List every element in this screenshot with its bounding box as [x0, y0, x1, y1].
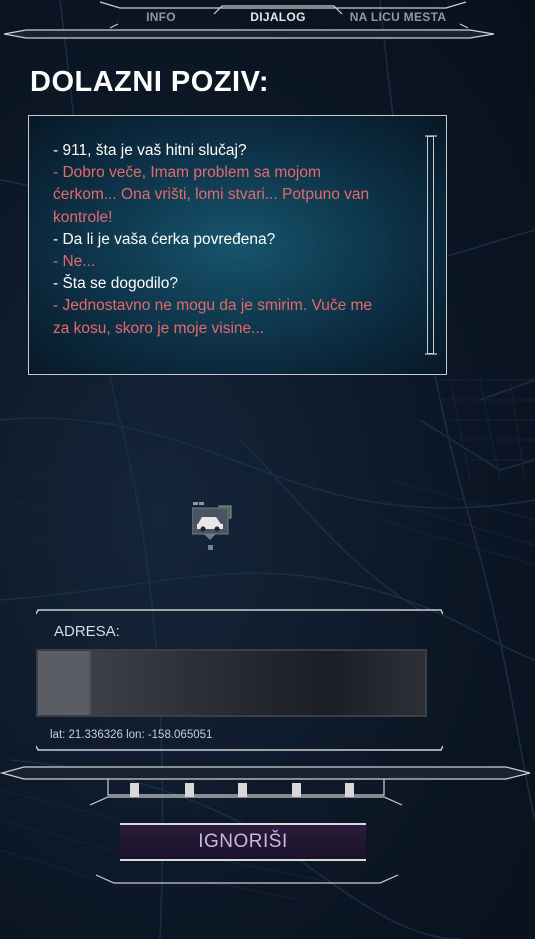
address-label: ADRESA:	[54, 623, 120, 640]
dialog-line-caller: kontrole!	[53, 208, 113, 226]
dialog-line-operator: - Da li je vaša ćerka povređena?	[53, 230, 276, 248]
address-field[interactable]	[36, 649, 427, 717]
coordinates-readout: lat: 21.336326 lon: -158.065051	[50, 729, 213, 741]
dialog-line-caller: za kosu, skoro je moje visine...	[53, 319, 265, 337]
tab-dijalog[interactable]: DIJALOG	[228, 6, 328, 28]
tab-na-licu-mesta[interactable]: NA LICU MESTA	[342, 6, 454, 28]
dialog-lines: - 911, šta je vaš hitni slučaj? - Dobro …	[53, 140, 413, 340]
ignore-button[interactable]: IGNORIŠI	[120, 823, 366, 861]
dialog-line-caller: - Jednostavno ne mogu da je smirim. Vuče…	[53, 297, 373, 315]
dialog-line-caller: - Ne...	[53, 253, 96, 271]
dialog-transcript[interactable]: - 911, šta je vaš hitni slučaj? - Dobro …	[28, 115, 447, 375]
dialog-line-caller: ćerkom... Ona vrišti, lomi stvari... Pot…	[53, 186, 370, 204]
dialog-line-operator: - Šta se dogodilo?	[53, 275, 178, 293]
page-title: DOLAZNI POZIV:	[30, 66, 269, 98]
address-panel: ADRESA: lat: 21.336326 lon: -158.065051	[36, 608, 443, 754]
dialog-line-operator: - 911, šta je vaš hitni slučaj?	[53, 142, 247, 159]
tab-info[interactable]: INFO	[120, 6, 202, 28]
dialog-line-caller: - Dobro veče, Imam problem sa mojom	[53, 164, 321, 182]
tab-bar: INFO DIJALOG NA LICU MESTA	[0, 0, 535, 44]
scrollbar-thumb[interactable]	[427, 136, 434, 354]
police-car-icon	[191, 502, 232, 550]
map-marker[interactable]	[191, 502, 232, 552]
